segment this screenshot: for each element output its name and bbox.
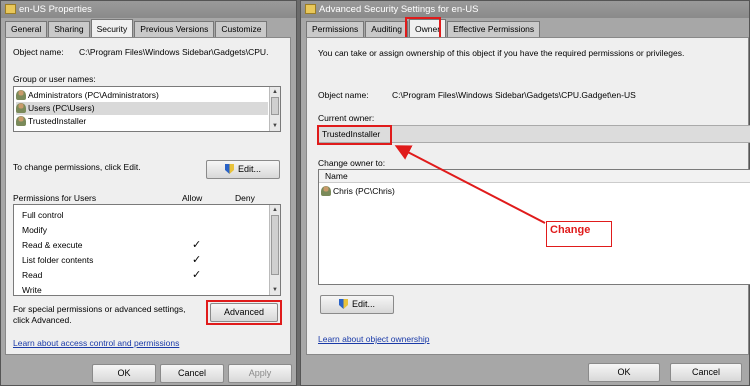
current-owner-label: Current owner:	[318, 113, 375, 123]
tab-permissions[interactable]: Permissions	[306, 21, 365, 37]
change-annotation-label: Change	[546, 221, 612, 247]
tab-sharing[interactable]: Sharing	[48, 21, 90, 37]
table-row: List folder contents	[22, 255, 94, 265]
click-advanced-text: click Advanced.	[13, 315, 72, 325]
user-group-icon	[16, 103, 26, 113]
list-item[interactable]: Administrators (PC\Administrators)	[16, 89, 268, 102]
table-row: Write	[22, 285, 42, 295]
scroll-down-icon[interactable]: ▼	[270, 121, 280, 131]
shield-icon	[224, 164, 234, 174]
object-name-value: C:\Program Files\Windows Sidebar\Gadgets…	[392, 90, 636, 100]
advanced-title: Advanced Security Settings for en-US	[319, 4, 479, 15]
ok-button[interactable]: OK	[92, 364, 156, 383]
user-group-icon	[16, 90, 26, 100]
special-permissions-text: For special permissions or advanced sett…	[13, 304, 186, 314]
ownership-info-text: You can take or assign ownership of this…	[318, 48, 685, 58]
list-item[interactable]: TrustedInstaller	[16, 115, 268, 128]
edit-button[interactable]: Edit...	[206, 160, 280, 179]
table-row: Read	[22, 270, 43, 280]
change-owner-list[interactable]: Name Chris (PC\Chris)	[318, 169, 750, 285]
scroll-thumb[interactable]	[271, 97, 279, 115]
table-row: Full control	[22, 210, 64, 220]
shield-icon	[338, 299, 348, 309]
scroll-thumb[interactable]	[271, 215, 279, 275]
object-name-value: C:\Program Files\Windows Sidebar\Gadgets…	[79, 47, 269, 57]
tab-customize[interactable]: Customize	[215, 21, 268, 37]
scroll-up-icon[interactable]: ▲	[270, 205, 280, 215]
tab-general[interactable]: General	[5, 21, 48, 37]
owner-edit-button[interactable]: Edit...	[320, 295, 394, 314]
properties-tabs: General Sharing Security Previous Versio…	[5, 19, 268, 37]
allow-checkmark-icon: ✓	[192, 239, 202, 251]
apply-button[interactable]: Apply	[228, 364, 292, 383]
cancel-button[interactable]: Cancel	[160, 364, 224, 383]
list-item[interactable]: Users (PC\Users)	[16, 102, 268, 115]
list-item[interactable]: Chris (PC\Chris)	[321, 185, 739, 198]
permissions-scrollbar[interactable]: ▲ ▼	[269, 205, 280, 295]
object-name-label: Object name:	[318, 90, 369, 100]
allow-checkmark-icon: ✓	[192, 254, 202, 266]
change-owner-label: Change owner to:	[318, 158, 386, 168]
advanced-security-window: Advanced Security Settings for en-US Per…	[300, 0, 750, 386]
advanced-titlebar[interactable]: Advanced Security Settings for en-US	[301, 1, 749, 18]
ok-button[interactable]: OK	[588, 363, 660, 382]
owner-panel: You can take or assign ownership of this…	[306, 37, 750, 355]
group-list-scrollbar[interactable]: ▲ ▼	[269, 87, 280, 131]
table-row: Read & execute	[22, 240, 83, 250]
tab-auditing[interactable]: Auditing	[365, 21, 409, 37]
allow-column-header: Allow	[182, 193, 203, 203]
tab-effective-permissions[interactable]: Effective Permissions	[447, 21, 541, 37]
owner-tab-highlight-box	[405, 17, 441, 39]
security-panel: Object name: C:\Program Files\Windows Si…	[5, 37, 291, 355]
properties-titlebar[interactable]: en-US Properties	[1, 1, 296, 18]
scroll-down-icon[interactable]: ▼	[270, 285, 280, 295]
tab-previous-versions[interactable]: Previous Versions	[134, 21, 215, 37]
current-owner-highlight-box	[317, 125, 392, 145]
group-names-label: Group or user names:	[13, 74, 96, 84]
advanced-highlight-box	[206, 300, 282, 325]
permissions-header: Permissions for Users	[13, 193, 97, 203]
deny-column-header: Deny	[235, 193, 255, 203]
allow-checkmark-icon: ✓	[192, 269, 202, 281]
tab-security[interactable]: Security	[90, 19, 134, 37]
change-permissions-text: To change permissions, click Edit.	[13, 162, 141, 172]
folder-icon	[5, 4, 16, 14]
object-ownership-link[interactable]: Learn about object ownership	[318, 334, 430, 344]
group-user-list[interactable]: Administrators (PC\Administrators) Users…	[13, 86, 281, 132]
access-control-link[interactable]: Learn about access control and permissio…	[13, 338, 179, 348]
table-row: Modify	[22, 225, 48, 235]
permissions-list: Full control Modify Read & execute List …	[13, 204, 281, 296]
user-icon	[16, 116, 26, 126]
properties-window: en-US Properties General Sharing Securit…	[0, 0, 297, 386]
folder-icon	[305, 4, 316, 14]
scroll-up-icon[interactable]: ▲	[270, 87, 280, 97]
name-column-header[interactable]: Name	[319, 170, 750, 183]
cancel-button[interactable]: Cancel	[670, 363, 742, 382]
object-name-label: Object name:	[13, 47, 64, 57]
user-icon	[321, 186, 331, 196]
properties-title: en-US Properties	[19, 4, 92, 15]
